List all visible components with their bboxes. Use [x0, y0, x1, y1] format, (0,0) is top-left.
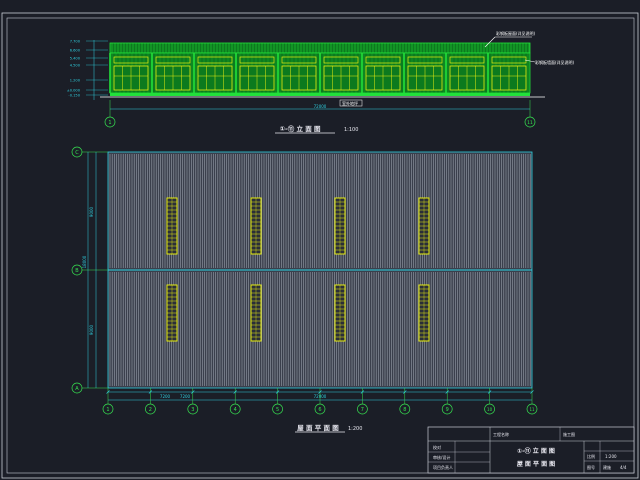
title-block-drawing-name-2: 屋 面 平 面 图 [517, 460, 555, 468]
elevation-axis-label-1: 1 [108, 120, 111, 126]
elevation-level-marks: 7.700 6.600 5.400 4.500 1.200 ±0.000-0.150 [67, 40, 108, 98]
column-axis-label: 1 [106, 407, 109, 413]
row-axis-label-c: C [75, 150, 79, 156]
elevation-plinth [110, 93, 530, 96]
title-block: 工程名称 施工图 校对 审核/设计 项目负责人 ①-⑪ 立 面 图 屋 面 平 … [427, 426, 635, 474]
elevation-pilaster [445, 53, 447, 93]
level-mark-text: 7.700 [70, 40, 81, 44]
title-block-row-3: 项目负责人 [433, 464, 453, 470]
column-axis-label: 7 [361, 407, 364, 413]
bottom-dimension-bay-2: 7200 [180, 394, 191, 399]
elevation-pilaster [361, 53, 363, 93]
elevation-pilaster [277, 53, 279, 93]
roof-plan-title: 屋 面 平 面 图 [297, 423, 339, 432]
left-dimension-upper: 9000 [89, 206, 94, 217]
title-block-project-label: 工程名称 [493, 431, 509, 437]
elevation-pilaster [151, 53, 153, 93]
left-dimension-lower: 9000 [89, 324, 94, 335]
elevation-pilaster [193, 53, 195, 93]
column-axis-label: 4 [234, 407, 237, 413]
column-axis-label: 6 [318, 407, 321, 413]
left-dimension-total: 18000 [82, 255, 87, 268]
row-axis-label-b: B [75, 268, 79, 274]
column-axis-label: 10 [487, 407, 493, 412]
elevation-view: 彩钢板屋面(详见说明) 彩钢板墙面(详见说明) 室外地坪 7.700 6.600 5… [67, 30, 575, 134]
level-mark-text: ±0.000 [67, 89, 81, 93]
elevation-title: ①-⑪ 立 面 图 [280, 124, 321, 133]
title-block-scale-label: 比例 [587, 453, 595, 459]
elevation-axis-label-11: 11 [527, 120, 533, 126]
elevation-scale: 1:100 [344, 127, 358, 133]
cad-drawing-canvas: 彩钢板屋面(详见说明) 彩钢板墙面(详见说明) 室外地坪 7.700 6.600 5… [1, 12, 639, 479]
elevation-pilaster [109, 53, 111, 93]
level-mark-text: 4.500 [70, 64, 81, 68]
column-axis-label: 2 [149, 407, 152, 413]
elevation-roof-band [109, 42, 531, 54]
title-block-drawing-name-1: ①-⑪ 立 面 图 [517, 447, 555, 455]
column-axis-label: 8 [403, 407, 406, 413]
elevation-dimension-text: 72000 [314, 104, 327, 109]
elevation-pilaster [403, 53, 405, 93]
column-axis-label: 9 [446, 407, 449, 413]
title-block-row-2: 审核/设计 [433, 454, 450, 460]
title-block-sheet-label: 图号 [587, 464, 595, 470]
level-mark-text: 1.200 [70, 79, 81, 83]
bottom-dimension-bay-1: 7200 [160, 394, 171, 399]
level-mark-text: 6.600 [70, 49, 81, 53]
title-block-scale: 1:200 [605, 454, 617, 459]
roof-plan-scale: 1:200 [348, 426, 362, 432]
column-axis-label: 5 [276, 407, 279, 413]
column-axis-label: 11 [529, 407, 535, 412]
column-axis-label: 3 [191, 407, 194, 413]
level-mark-text: 5.400 [70, 57, 81, 61]
title-block-design-stage: 施工图 [563, 431, 575, 437]
elevation-pilaster [319, 53, 321, 93]
elevation-pilaster [487, 53, 489, 93]
title-block-row-1: 校对 [433, 444, 441, 450]
level-mark-text: -0.150 [68, 94, 80, 98]
title-block-sheet-value: 建施 [603, 464, 611, 470]
callout-right-text: 彩钢板墙面(详见说明) [535, 59, 575, 65]
title-block-page-value: 4/4 [620, 465, 627, 470]
roof-plan-view: C B A 9000 18000 9000 7200 7200 72000 12… [71, 146, 538, 433]
elevation-pilaster [235, 53, 237, 93]
callout-bottom-text: 室外地坪 [342, 100, 358, 106]
row-axis-label-a: A [75, 386, 79, 392]
callout-top-text: 彩钢板屋面(详见说明) [496, 30, 536, 36]
